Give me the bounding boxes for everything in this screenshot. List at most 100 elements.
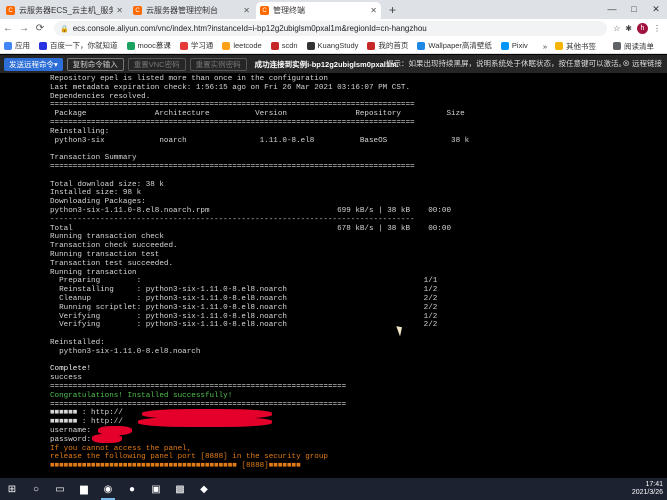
search-icon[interactable]: ○ — [24, 478, 48, 500]
reset-vnc-password-button[interactable]: 重置VNC密码 — [127, 57, 186, 71]
pixiv-icon — [500, 41, 509, 50]
mooc-icon — [126, 41, 135, 50]
bookmark-scdn[interactable]: scdn — [270, 41, 298, 50]
redaction-mark — [138, 417, 272, 427]
bookmark-apps[interactable]: 应用 — [4, 40, 30, 51]
bookmark-label: 学习通 — [190, 41, 214, 50]
aliyun-favicon-icon: C — [133, 6, 142, 15]
terminal-line: release the following panel port [8888] … — [50, 453, 328, 462]
windows-icon[interactable]: ⊞ — [0, 478, 24, 500]
tab-title: 管理终端 — [273, 6, 305, 15]
aliyun-favicon-icon: C — [260, 6, 269, 15]
terminal-line: Reinstalling : python3-six-1.11.0-8.el8.… — [50, 286, 438, 295]
vnc-toolbar: 发送远程命令▾ 复制命令输入 重置VNC密码 重置实例密码 成功连接到实例i-b… — [0, 55, 667, 73]
minimize-button[interactable]: — — [601, 0, 623, 19]
terminal-line: python3-six-1.11.0-8.el8.noarch.rpm 699 … — [50, 207, 452, 215]
terminal-line: Installed size: 98 k — [50, 189, 142, 198]
terminal-line: Reinstalling: — [50, 127, 110, 136]
terminal-line: ■■■■■■ : http:// — [50, 409, 123, 418]
forward-button[interactable]: → — [16, 23, 32, 34]
back-button[interactable]: ← — [0, 23, 16, 34]
lock-icon: 🔒 — [60, 25, 69, 33]
avatar[interactable]: h — [637, 23, 648, 34]
wallpaper-icon — [417, 41, 426, 50]
bookmarks-bar-right: » 其他书签 阅读清单 — [538, 38, 663, 53]
bookmark-label: 应用 — [15, 41, 30, 50]
terminal-line: password: — [50, 435, 96, 444]
baidu-icon — [39, 41, 47, 50]
terminal-line: ========================================… — [50, 101, 415, 110]
terminal-line: python3-six noarch 1.11.0-8.el8 BaseOS 3… — [50, 136, 470, 145]
vscode-icon[interactable]: ◆ — [192, 478, 216, 500]
new-tab-button[interactable]: + — [389, 3, 396, 17]
close-tab-icon[interactable]: ✕ — [116, 6, 123, 15]
close-tab-icon[interactable]: ✕ — [243, 6, 250, 15]
terminal-line: Transaction test succeeded. — [50, 259, 174, 268]
leetcode-icon — [222, 41, 231, 50]
task-view-icon[interactable]: ▭ — [48, 478, 72, 500]
bookmark-label: 我的首页 — [378, 41, 409, 50]
folder-icon — [555, 42, 563, 50]
firefox-icon[interactable]: ● — [120, 478, 144, 500]
terminal-line: ■■■■■■ : http:// — [50, 418, 123, 427]
clock-date: 2021/3/26 — [631, 489, 663, 496]
window-controls: — □ ✕ — [601, 0, 667, 19]
bookmark-star-icon[interactable]: ☆ — [613, 24, 620, 33]
file-explorer-icon[interactable]: ▆ — [72, 478, 96, 500]
terminal-line: ========================================… — [50, 383, 347, 391]
terminal-line: Congratulations! Installed successfully! — [50, 391, 233, 400]
send-remote-command-button[interactable]: 发送远程命令▾ — [4, 57, 63, 71]
terminal-line: Verifying : python3-six-1.11.0-8.el8.noa… — [50, 321, 438, 330]
terminal-line: ■■■■■■■■■■■■■■■■■■■■■■■■■■■■■■■■■■■■■■■■… — [50, 462, 301, 470]
terminal-line: python3-six-1.11.0-8.el8.noarch — [50, 347, 201, 356]
bookmark-xuexitong[interactable]: 学习通 — [179, 40, 214, 51]
terminal-line: Reinstalled: — [50, 339, 105, 347]
bookmark-label: mooc慕课 — [137, 41, 171, 50]
tab-ecs-console[interactable]: C 云服务器管理控制台 ✕ — [129, 2, 254, 19]
close-tab-icon[interactable]: ✕ — [370, 6, 377, 15]
system-clock[interactable]: 17:41 2021/3/26 — [632, 478, 663, 500]
terminal-icon[interactable]: ▣ — [144, 478, 168, 500]
bookmark-label: Wallpaper高清壁纸 — [428, 41, 492, 50]
jetbrains-icon[interactable]: ▩ — [168, 478, 192, 500]
bookmark-reading-list[interactable]: 阅读清单 — [613, 41, 654, 52]
bookmark-leetcode[interactable]: leetcode — [222, 41, 262, 50]
terminal-line: Last metadata expiration check: 1:56:15 … — [50, 83, 411, 92]
reset-instance-password-button[interactable]: 重置实例密码 — [189, 57, 247, 71]
bookmark-mooc[interactable]: mooc慕课 — [126, 40, 171, 51]
clock-time: 17:41 — [645, 481, 663, 488]
bookmark-homepage[interactable]: 我的首页 — [367, 40, 408, 51]
xuexitong-icon — [179, 41, 188, 50]
terminal-line: Running scriptlet: python3-six-1.11.0-8.… — [50, 303, 438, 312]
maximize-button[interactable]: □ — [623, 0, 645, 19]
bookmark-kuangstudy[interactable]: KuangStudy — [306, 41, 358, 50]
kuangstudy-icon — [306, 41, 315, 50]
terminal-line: Running transaction test — [50, 251, 160, 259]
bookmark-wallpaper[interactable]: Wallpaper高清壁纸 — [417, 40, 492, 51]
copy-command-button[interactable]: 复制命令输入 — [66, 57, 124, 71]
menu-icon[interactable]: ⋮ — [653, 24, 661, 33]
bookmark-other[interactable]: 其他书签 — [555, 41, 596, 52]
terminal-line: Transaction Summary — [50, 154, 137, 163]
tab-vnc-terminal[interactable]: C 管理终端 ✕ — [256, 2, 381, 19]
terminal-line: ========================================… — [50, 119, 415, 127]
url-input[interactable]: 🔒 ecs.console.aliyun.com/vnc/index.htm?i… — [54, 21, 608, 36]
extensions-icon[interactable]: ✱ — [625, 24, 632, 33]
bookmark-pixiv[interactable]: Pixiv — [500, 41, 528, 50]
disconnect-button[interactable]: ⊗ 远程链接 — [622, 55, 662, 73]
tab-ecs-product[interactable]: C 云服务器ECS_云主机_服务器托管 ✕ — [2, 2, 127, 19]
bookmark-baidu[interactable]: 百度一下，你就知道 — [39, 40, 118, 51]
bookmark-label: Pixiv — [511, 41, 528, 50]
close-window-button[interactable]: ✕ — [645, 0, 667, 19]
hint-text: 提示：如果出现持续黑屏，说明系统处于休眠状态，按任意键可以激活。 — [386, 59, 626, 68]
vnc-terminal[interactable]: ■■■■■■■■■■■■■■■■■■■■■■■■■■■■■■■■■■■■■■■■… — [2, 73, 665, 470]
more-bookmarks-icon[interactable]: » — [543, 42, 547, 51]
terminal-line: Dependencies resolved. — [50, 92, 151, 101]
terminal-line: Preparing : 1/1 — [50, 277, 438, 286]
terminal-line: success — [50, 374, 82, 383]
chrome-icon[interactable]: ◉ — [96, 478, 120, 500]
terminal-line: Repository epel is listed more than once… — [50, 75, 328, 83]
reload-button[interactable]: ⟳ — [32, 23, 48, 34]
browser-tab-bar: C 云服务器ECS_云主机_服务器托管 ✕ C 云服务器管理控制台 ✕ C 管理… — [0, 0, 667, 19]
terminal-line: Verifying : python3-six-1.11.0-8.el8.noa… — [50, 312, 438, 321]
